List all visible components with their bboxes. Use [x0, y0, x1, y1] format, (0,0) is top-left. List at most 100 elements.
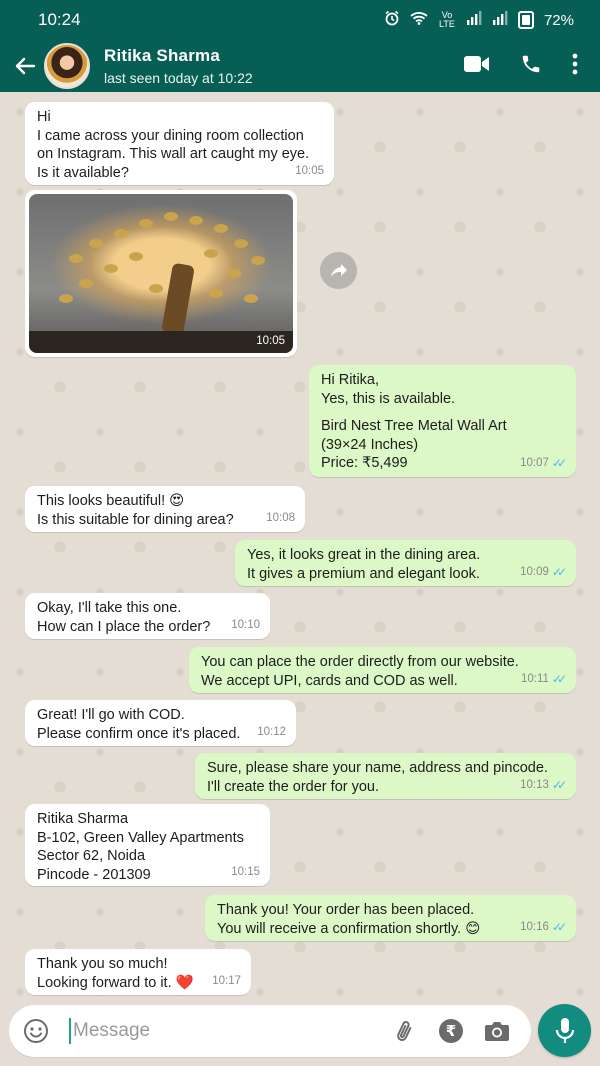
avatar[interactable] [44, 43, 90, 89]
read-ticks-icon: ✓✓ [551, 919, 567, 934]
message-incoming[interactable]: Ritika Sharma B-102, Green Valley Apartm… [25, 804, 270, 886]
message-incoming[interactable]: This looks beautiful! 😍 Is this suitable… [25, 486, 305, 532]
arrow-left-icon [15, 57, 36, 75]
message-line: Looking forward to it. ❤️ [37, 974, 194, 991]
voice-call-button[interactable] [520, 53, 542, 80]
read-ticks-icon: ✓✓ [551, 455, 567, 470]
message-line: How can I place the order? [37, 618, 211, 635]
chat-area[interactable]: Hi I came across your dining room collec… [0, 92, 600, 1002]
message-time: 10:05 [295, 162, 324, 181]
phone-icon [522, 55, 540, 72]
composer-bar: ₹ [0, 1002, 600, 1066]
camera-button[interactable] [477, 1011, 517, 1051]
message-time: 10:11 ✓✓ [521, 670, 567, 689]
message-outgoing[interactable]: Thank you! Your order has been placed. Y… [205, 895, 576, 941]
battery-percent: 72% [543, 11, 574, 29]
message-line: I'll create the order for you. [207, 778, 380, 795]
emoji-icon [24, 1019, 48, 1043]
message-outgoing[interactable]: Yes, it looks great in the dining area. … [235, 540, 576, 586]
message-outgoing[interactable]: Hi Ritika, Yes, this is available. Bird … [309, 365, 576, 477]
video-call-icon [464, 55, 489, 72]
camera-icon [485, 1022, 509, 1041]
time-text: 10:05 [256, 335, 285, 347]
message-line: We accept UPI, cards and COD as well. [201, 672, 458, 689]
payment-button[interactable]: ₹ [431, 1011, 471, 1051]
battery-icon [517, 11, 534, 29]
message-time: 10:08 [266, 509, 295, 528]
message-line: (39×24 Inches) [321, 436, 419, 453]
message-line: Bird Nest Tree Metal Wall Art [321, 418, 507, 434]
time-text: 10:16 [520, 920, 549, 933]
image-message[interactable]: 10:05 [25, 190, 297, 357]
message-line: I came across your dining room collectio… [37, 127, 304, 144]
forward-button[interactable] [320, 252, 357, 289]
menu-button[interactable] [572, 53, 578, 80]
message-line: Okay, I'll take this one. [37, 600, 182, 616]
message-incoming[interactable]: Hi I came across your dining room collec… [25, 102, 334, 185]
message-outgoing[interactable]: Sure, please share your name, address an… [195, 753, 576, 799]
message-time: 10:16 ✓✓ [520, 918, 567, 937]
message-line: Hi [37, 109, 51, 125]
message-incoming[interactable]: Okay, I'll take this one. How can I plac… [25, 593, 270, 639]
message-line: B-102, Green Valley Apartments [37, 829, 244, 846]
video-call-button[interactable] [464, 55, 490, 78]
more-vert-icon [572, 53, 578, 74]
time-text: 10:12 [257, 725, 286, 738]
message-time: 10:05 [256, 335, 285, 347]
mic-icon [555, 1017, 574, 1043]
paperclip-icon [397, 1021, 412, 1041]
message-line: Hi Ritika, [321, 372, 380, 388]
wall-art-photo[interactable]: 10:05 [29, 194, 293, 353]
read-ticks-icon: ✓✓ [551, 564, 567, 579]
message-line: Sector 62, Noida [37, 848, 146, 864]
photo-table [29, 331, 293, 353]
read-ticks-icon: ✓✓ [551, 777, 567, 792]
network-label: Vo LTE [439, 10, 455, 29]
read-ticks-icon: ✓✓ [551, 671, 567, 686]
message-line: Yes, it looks great in the dining area. [247, 547, 481, 563]
message-incoming[interactable]: Thank you so much! Looking forward to it… [25, 949, 251, 995]
time-text: 10:07 [520, 456, 549, 469]
back-button[interactable] [0, 40, 50, 92]
time-text: 10:10 [231, 618, 260, 631]
time-text: 10:15 [231, 865, 260, 878]
message-time: 10:10 [231, 616, 260, 635]
wifi-icon [410, 11, 428, 29]
message-line: You can place the order directly from ou… [201, 654, 519, 670]
status-time: 10:24 [38, 10, 81, 29]
time-text: 10:17 [212, 974, 241, 987]
message-line: Please confirm once it's placed. [37, 725, 241, 742]
attach-button[interactable] [385, 1011, 425, 1051]
time-text: 10:05 [295, 164, 324, 177]
message-incoming[interactable]: Great! I'll go with COD. Please confirm … [25, 700, 296, 746]
message-time: 10:17 [212, 972, 241, 991]
message-time: 10:12 [257, 723, 286, 742]
tree-leaves [29, 194, 293, 353]
emoji-button[interactable] [23, 1018, 49, 1044]
time-text: 10:09 [520, 565, 549, 578]
message-line: Sure, please share your name, address an… [207, 760, 548, 776]
svg-text:₹: ₹ [446, 1022, 456, 1040]
signal-icon-2 [492, 11, 508, 29]
rupee-icon: ₹ [439, 1019, 463, 1043]
message-input[interactable] [69, 1018, 373, 1044]
signal-icon [466, 11, 482, 29]
message-time: 10:07 ✓✓ [520, 454, 567, 473]
contact-name: Ritika Sharma [104, 46, 220, 65]
message-line: You will receive a confirmation shortly.… [217, 920, 481, 937]
header-actions [464, 53, 600, 80]
message-line: Thank you! Your order has been placed. [217, 902, 475, 918]
message-line: It gives a premium and elegant look. [247, 565, 480, 582]
contact-info[interactable]: Ritika Sharma last seen today at 10:22 [104, 46, 253, 86]
message-line: on Instagram. This wall art caught my ey… [37, 146, 310, 162]
message-input-container: ₹ [9, 1005, 531, 1057]
mic-button[interactable] [538, 1004, 591, 1057]
time-text: 10:08 [266, 511, 295, 524]
message-time: 10:13 ✓✓ [520, 776, 567, 795]
chat-header: Ritika Sharma last seen today at 10:22 [0, 40, 600, 92]
message-outgoing[interactable]: You can place the order directly from ou… [189, 647, 576, 693]
message-line: Great! I'll go with COD. [37, 707, 185, 723]
time-text: 10:13 [520, 778, 549, 791]
message-line: Is it available? [37, 164, 129, 181]
alarm-icon [384, 10, 400, 30]
